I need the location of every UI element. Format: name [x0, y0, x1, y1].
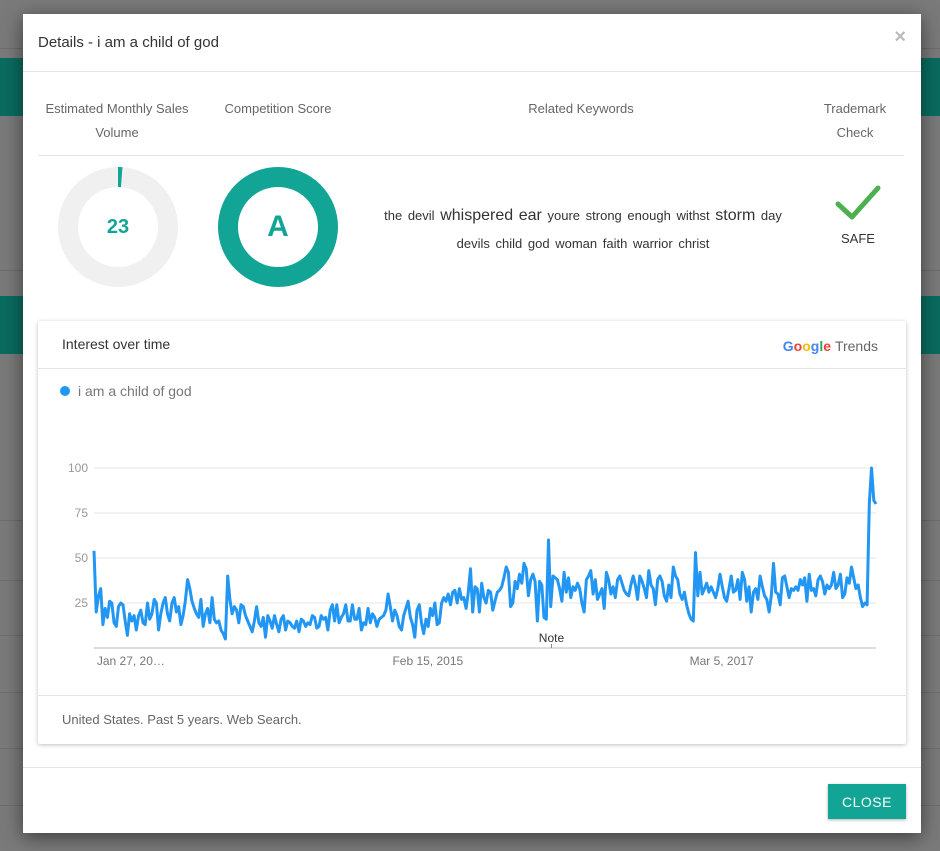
header-sales-volume: Estimated Monthly Sales Volume [45, 101, 189, 140]
keyword-item: the [384, 208, 403, 223]
keyword-item: strong [585, 208, 622, 223]
sales-volume-value: 23 [106, 215, 130, 238]
keyword-item: ear [518, 207, 542, 224]
competition-donut: A [218, 167, 338, 287]
header-competition-score: Competition Score [224, 101, 332, 116]
trends-wordmark: Trends [834, 338, 878, 354]
close-icon[interactable]: × [894, 26, 906, 49]
keyword-item: youre [547, 208, 581, 223]
y-tick-label: 25 [75, 596, 89, 610]
keyword-item: devils [456, 236, 490, 251]
interest-over-time-chart[interactable]: 25 50 75 100 Jan 27, 20… Feb 15, 2015 Mar 5, 2… [38, 416, 906, 696]
keyword-item: god [527, 236, 550, 251]
chart-legend[interactable]: i am a child of god [60, 383, 192, 399]
checkmark-icon [835, 185, 881, 220]
details-modal: Details - i am a child of god × Estimate… [23, 14, 921, 833]
keyword-item: woman [555, 236, 598, 251]
y-tick-label: 100 [68, 461, 88, 475]
keyword-item: withst [676, 208, 710, 223]
keyword-item: devil [407, 208, 435, 223]
trends-title: Interest over time [62, 336, 171, 352]
x-tick-label: Mar 5, 2017 [690, 654, 754, 668]
x-tick-label: Feb 15, 2015 [392, 654, 463, 668]
header-related-keywords: Related Keywords [528, 101, 634, 116]
keyword-item: storm [715, 207, 756, 224]
header-trademark-check: Trademark Check [823, 101, 887, 140]
keyword-item: faith [602, 236, 628, 251]
close-button[interactable]: CLOSE [828, 784, 906, 819]
keyword-item: enough [627, 208, 671, 223]
trends-footer: United States. Past 5 years. Web Search. [38, 695, 906, 744]
legend-label: i am a child of god [78, 383, 192, 399]
y-tick-label: 75 [75, 506, 89, 520]
trademark-status: SAFE [841, 231, 875, 246]
trends-header: Interest over time Google Trends [38, 321, 906, 369]
modal-title: Details - i am a child of god [38, 34, 219, 51]
keyword-item: child [495, 236, 523, 251]
sales-volume-donut: 23 [58, 167, 178, 287]
google-trends-logo[interactable]: Google Trends [783, 338, 878, 354]
google-wordmark: Google [782, 338, 832, 354]
note-annotation: Note [539, 631, 565, 645]
related-keywords-cloud: the devil whispered ear youre strong eno… [378, 202, 788, 258]
legend-dot-icon [60, 386, 70, 396]
trademark-check: SAFE [831, 184, 885, 246]
series-line [92, 466, 878, 641]
keyword-item: whispered [440, 207, 514, 224]
keyword-item: day [760, 208, 782, 223]
stats-header-row: Estimated Monthly Sales Volume Competiti… [38, 71, 904, 156]
keyword-item: christ [678, 236, 710, 251]
competition-score-value: A [267, 210, 289, 243]
google-trends-widget: Interest over time Google Trends i am a … [38, 321, 906, 744]
keyword-item: warrior [632, 236, 673, 251]
x-tick-label: Jan 27, 20… [97, 654, 165, 668]
trends-footer-text: United States. Past 5 years. Web Search. [62, 712, 302, 727]
modal-header: Details - i am a child of god × [23, 14, 921, 72]
modal-footer: CLOSE [23, 767, 921, 834]
y-tick-label: 50 [75, 551, 89, 565]
